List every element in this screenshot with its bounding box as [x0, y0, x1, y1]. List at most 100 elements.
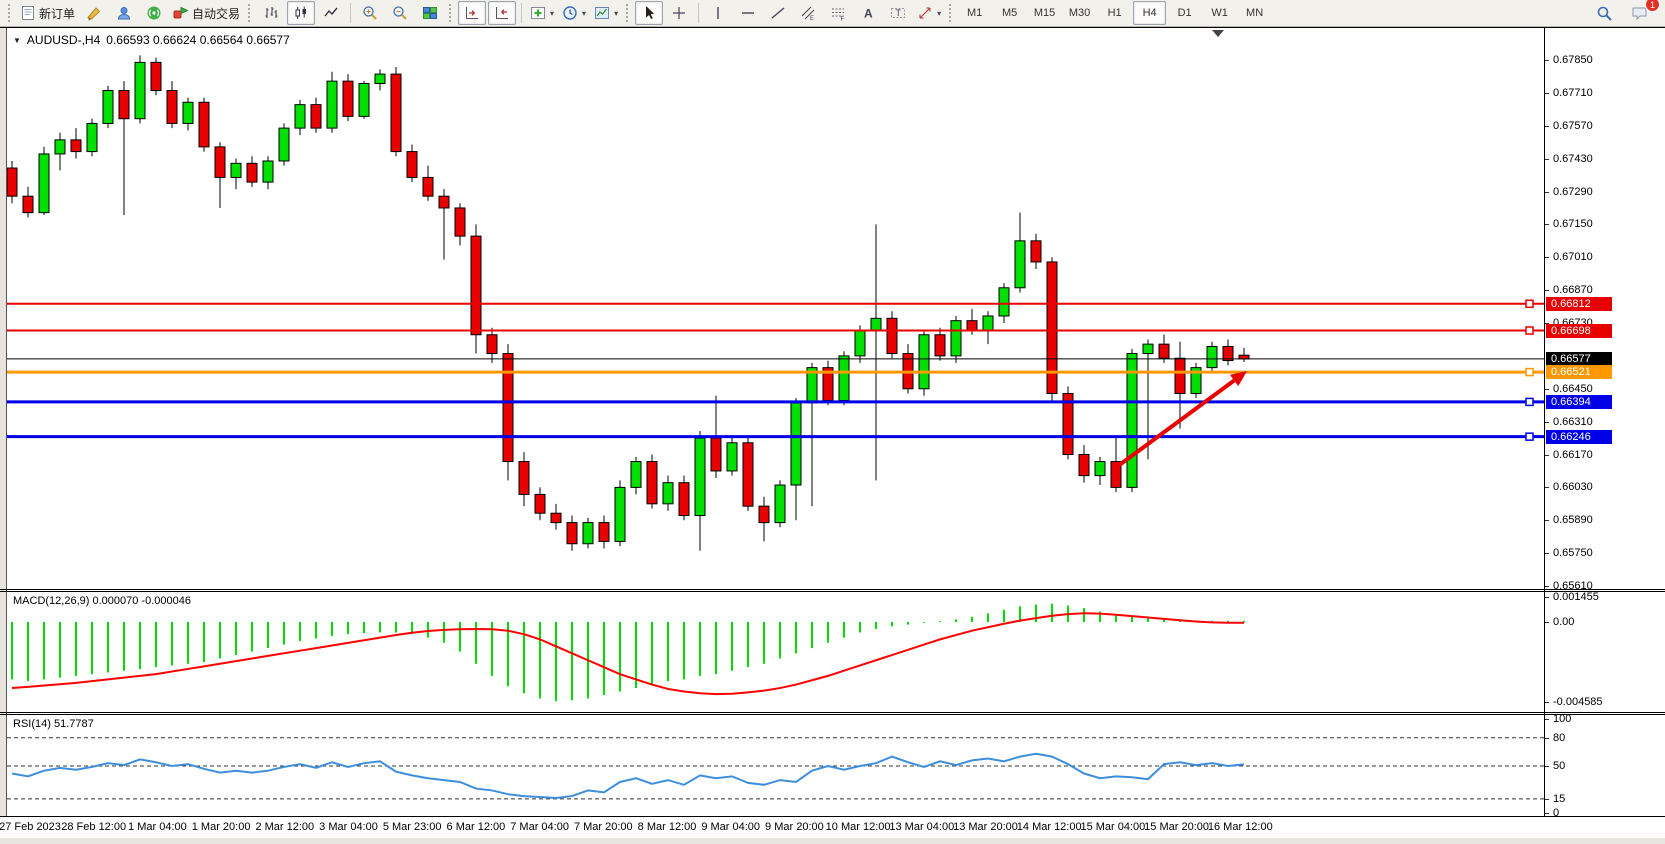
time-axis-label: 27 Feb 2023 [0, 821, 61, 833]
channel-icon: E [800, 5, 816, 21]
axis-tick [1545, 487, 1549, 488]
signals-button[interactable] [140, 1, 168, 25]
timeframe-m15[interactable]: M15 [1028, 1, 1061, 25]
cursor-tool-button[interactable] [635, 1, 663, 25]
group-handle [248, 4, 252, 22]
time-axis-label: 10 Mar 12:00 [826, 821, 891, 833]
time-axis-label: 9 Mar 20:00 [765, 821, 824, 833]
rsi-scale-label: 15 [1553, 793, 1565, 805]
autotrade-button[interactable]: 自动交易 [170, 1, 243, 25]
periods-button[interactable]: ▾ [559, 1, 589, 25]
chart-shift-marker[interactable] [1212, 30, 1224, 37]
autotrade-icon [173, 5, 189, 21]
search-button[interactable] [1590, 1, 1618, 25]
macd-scale-label: 0.001455 [1553, 591, 1599, 603]
pane-separator[interactable] [0, 589, 1665, 590]
time-axis-label: 3 Mar 04:00 [319, 821, 378, 833]
time-axis-label: 14 Mar 12:00 [1017, 821, 1082, 833]
timeframe-m5[interactable]: M5 [993, 1, 1026, 25]
price-tick-label: 0.67710 [1553, 87, 1593, 99]
pane-separator[interactable] [0, 714, 1665, 715]
pane-separator[interactable] [0, 712, 1665, 713]
chart-shift-icon [494, 5, 510, 21]
chevron-down-icon[interactable]: ▼ [13, 36, 21, 45]
auto-scroll-icon [464, 5, 480, 21]
market-watch-button[interactable] [80, 1, 108, 25]
price-tick-label: 0.66170 [1553, 449, 1593, 461]
axis-tick [1545, 126, 1549, 127]
toolbar-drag-handle [8, 4, 12, 22]
vertical-line-tool[interactable] [704, 1, 732, 25]
fibonacci-icon: F [830, 5, 846, 21]
chart-shift-button[interactable] [488, 1, 516, 25]
svg-text:T: T [896, 8, 902, 18]
macd-indicator-label: MACD(12,26,9) 0.000070 -0.000046 [13, 595, 191, 607]
group-handle [626, 4, 630, 22]
axis-tick [1545, 192, 1549, 193]
equidistant-channel-tool[interactable]: E [794, 1, 822, 25]
timeframe-mn[interactable]: MN [1238, 1, 1271, 25]
price-tick-label: 0.67290 [1553, 186, 1593, 198]
horizontal-line-icon [740, 5, 756, 21]
signal-icon [146, 5, 162, 21]
timeframe-m30[interactable]: M30 [1063, 1, 1096, 25]
fibonacci-tool[interactable]: F [824, 1, 852, 25]
crosshair-tool-button[interactable] [665, 1, 693, 25]
text-tool[interactable]: A [854, 1, 882, 25]
time-axis-label: 28 Feb 12:00 [61, 821, 126, 833]
time-axis-label: 1 Mar 20:00 [192, 821, 251, 833]
crosshair-icon [671, 5, 687, 21]
horizontal-line-tool[interactable] [734, 1, 762, 25]
zoom-in-button[interactable] [356, 1, 384, 25]
candlestick-icon [293, 5, 309, 21]
window-left-strip [0, 27, 7, 838]
timeframe-m1[interactable]: M1 [958, 1, 991, 25]
profile-button[interactable] [110, 1, 138, 25]
templates-button[interactable]: ▾ [591, 1, 621, 25]
time-axis-label: 15 Mar 04:00 [1080, 821, 1145, 833]
macd-histogram [12, 604, 1244, 701]
separator [350, 3, 351, 23]
timeframe-h1[interactable]: H1 [1098, 1, 1131, 25]
text-label-tool[interactable]: T [884, 1, 912, 25]
level-lines[interactable] [7, 300, 1544, 440]
axis-tick [1545, 553, 1549, 554]
auto-scroll-button[interactable] [458, 1, 486, 25]
price-tick-label: 0.66870 [1553, 284, 1593, 296]
text-label-icon: T [890, 5, 906, 21]
axis-tick [1545, 159, 1549, 160]
svg-text:E: E [810, 16, 814, 21]
axis-tick [1545, 622, 1549, 623]
bar-chart-button[interactable] [257, 1, 285, 25]
chart-canvas[interactable] [7, 27, 1544, 816]
axis-tick [1545, 738, 1549, 739]
chevron-down-icon: ▾ [614, 9, 618, 18]
timeframe-w1[interactable]: W1 [1203, 1, 1236, 25]
new-order-button[interactable]: 新订单 [17, 1, 78, 25]
line-chart-button[interactable] [317, 1, 345, 25]
new-order-icon [20, 5, 36, 21]
zoom-out-button[interactable] [386, 1, 414, 25]
candlestick-chart-button[interactable] [287, 1, 315, 25]
price-tag: 0.66698 [1546, 324, 1612, 338]
timeframe-h4[interactable]: H4 [1133, 1, 1166, 25]
window-bottom-strip [0, 838, 1665, 844]
clock-icon [562, 5, 578, 21]
timeframe-d1[interactable]: D1 [1168, 1, 1201, 25]
price-tick-label: 0.65750 [1553, 547, 1593, 559]
arrows-tool[interactable]: ▾ [914, 1, 944, 25]
pane-separator[interactable] [0, 591, 1665, 592]
trendline-tool[interactable] [764, 1, 792, 25]
chevron-down-icon: ▾ [582, 9, 586, 18]
time-axis-label: 9 Mar 04:00 [701, 821, 760, 833]
indicators-button[interactable]: ▾ [527, 1, 557, 25]
toolbar: 新订单 自动交易 ▾ ▾ ▾ E F A T ▾ M1M5M15M30H1H4D… [0, 0, 1665, 27]
zoom-in-icon [362, 5, 378, 21]
tile-windows-button[interactable] [416, 1, 444, 25]
axis-tick [1545, 60, 1549, 61]
notifications-button[interactable]: 1 [1626, 1, 1654, 25]
time-axis-label: 2 Mar 12:00 [255, 821, 314, 833]
price-tick-label: 0.67570 [1553, 120, 1593, 132]
chart-top-border [0, 27, 1665, 28]
indicators-icon [530, 5, 546, 21]
